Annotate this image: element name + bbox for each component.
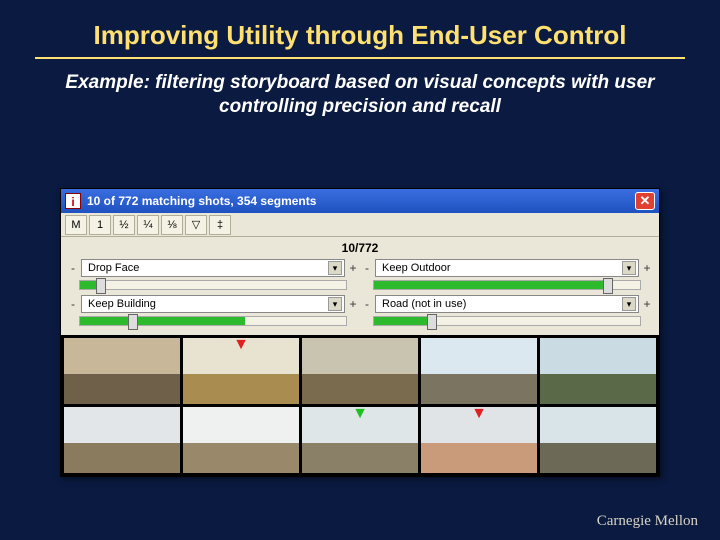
brand-wordmark: Carnegie Mellon xyxy=(597,513,698,530)
slider-fill xyxy=(374,317,433,325)
shot-thumbnail[interactable] xyxy=(540,338,656,404)
toolbar: M 1 ½ ¼ ⅛ ▽ ‡ xyxy=(61,213,659,237)
filter-combo[interactable]: Keep Outdoor ▾ xyxy=(375,259,639,277)
shot-thumbnail[interactable] xyxy=(64,407,180,473)
shot-thumbnail[interactable]: ▼ xyxy=(183,338,299,404)
filter-keep-outdoor: - Keep Outdoor ▾ + xyxy=(363,259,651,293)
toolbar-zoom-eighth-button[interactable]: ⅛ xyxy=(161,215,183,235)
red-marker-icon: ▼ xyxy=(471,407,487,423)
storyboard-grid: ▼ ▼ ▼ xyxy=(61,335,659,476)
minus-icon[interactable]: - xyxy=(363,297,371,311)
filter-slider[interactable] xyxy=(79,316,347,326)
filter-road: - Road (not in use) ▾ + xyxy=(363,295,651,329)
shot-thumbnail[interactable]: ▼ xyxy=(302,407,418,473)
plus-icon[interactable]: + xyxy=(643,261,651,275)
filter-label: Keep Outdoor xyxy=(382,262,451,274)
shot-thumbnail[interactable] xyxy=(540,407,656,473)
toolbar-zoom-quarter-button[interactable]: ¼ xyxy=(137,215,159,235)
slide-subtitle: Example: filtering storyboard based on v… xyxy=(0,59,720,129)
chevron-down-icon[interactable]: ▾ xyxy=(328,297,342,311)
minus-icon[interactable]: - xyxy=(69,261,77,275)
app-icon: i xyxy=(65,193,81,209)
toolbar-show-all-button[interactable]: M xyxy=(65,215,87,235)
filter-combo[interactable]: Road (not in use) ▾ xyxy=(375,295,639,313)
filter-slider[interactable] xyxy=(373,280,641,290)
filter-combo[interactable]: Keep Building ▾ xyxy=(81,295,345,313)
red-marker-icon: ▼ xyxy=(233,338,249,354)
plus-icon[interactable]: + xyxy=(349,261,357,275)
chevron-down-icon[interactable]: ▾ xyxy=(328,261,342,275)
filter-combo[interactable]: Drop Face ▾ xyxy=(81,259,345,277)
slider-thumb[interactable] xyxy=(427,314,437,330)
filter-drop-face: - Drop Face ▾ + xyxy=(69,259,357,293)
shot-thumbnail[interactable]: ▼ xyxy=(421,407,537,473)
shot-thumbnail[interactable] xyxy=(64,338,180,404)
slider-thumb[interactable] xyxy=(128,314,138,330)
slider-thumb[interactable] xyxy=(603,278,613,294)
titlebar: i 10 of 772 matching shots, 354 segments… xyxy=(61,189,659,213)
shot-counter: 10/772 xyxy=(61,237,659,257)
shot-thumbnail[interactable] xyxy=(421,338,537,404)
toolbar-settings-icon[interactable]: ‡ xyxy=(209,215,231,235)
chevron-down-icon[interactable]: ▾ xyxy=(622,261,636,275)
close-button[interactable]: ✕ xyxy=(635,192,655,210)
plus-icon[interactable]: + xyxy=(349,297,357,311)
toolbar-zoom-half-button[interactable]: ½ xyxy=(113,215,135,235)
filter-label: Keep Building xyxy=(88,298,156,310)
filters-panel: - Drop Face ▾ + - Keep Outdoor ▾ + xyxy=(61,257,659,335)
shot-thumbnail[interactable] xyxy=(302,338,418,404)
minus-icon[interactable]: - xyxy=(69,297,77,311)
filter-keep-building: - Keep Building ▾ + xyxy=(69,295,357,329)
plus-icon[interactable]: + xyxy=(643,297,651,311)
toolbar-zoom-1-button[interactable]: 1 xyxy=(89,215,111,235)
filter-slider[interactable] xyxy=(79,280,347,290)
slider-fill xyxy=(374,281,608,289)
slider-fill xyxy=(80,317,245,325)
filter-label: Road (not in use) xyxy=(382,298,466,310)
green-marker-icon: ▼ xyxy=(352,407,368,423)
slider-thumb[interactable] xyxy=(96,278,106,294)
minus-icon[interactable]: - xyxy=(363,261,371,275)
filter-slider[interactable] xyxy=(373,316,641,326)
filter-label: Drop Face xyxy=(88,262,139,274)
chevron-down-icon[interactable]: ▾ xyxy=(622,297,636,311)
shot-thumbnail[interactable] xyxy=(183,407,299,473)
window-title: 10 of 772 matching shots, 354 segments xyxy=(87,194,629,208)
toolbar-filter-icon[interactable]: ▽ xyxy=(185,215,207,235)
app-window: i 10 of 772 matching shots, 354 segments… xyxy=(60,188,660,477)
slide-title: Improving Utility through End-User Contr… xyxy=(35,0,685,59)
